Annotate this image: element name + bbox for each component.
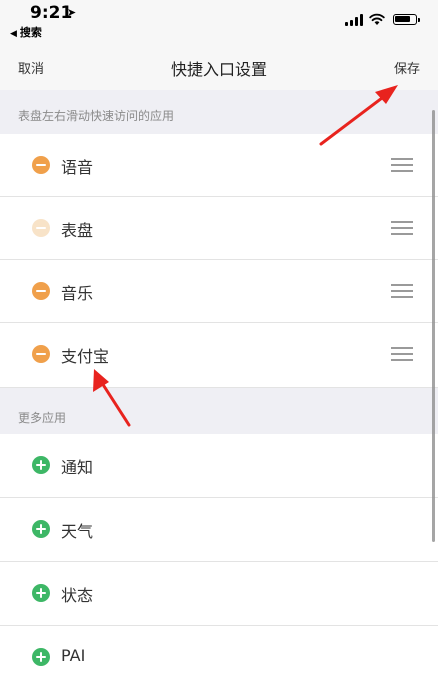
annotation-arrow-save: [319, 85, 398, 146]
annotation-arrow-alipay: [93, 369, 131, 427]
annotation-arrows: [93, 85, 398, 427]
